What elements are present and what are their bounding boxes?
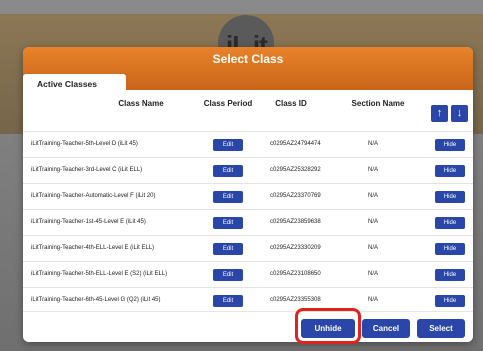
section-name: N/A xyxy=(368,141,379,147)
hide-button[interactable]: Hide xyxy=(435,139,465,151)
modal-title: Select Class xyxy=(212,52,284,66)
class-list: iLitTraining-Teacher-5th-Level D (iLit 4… xyxy=(23,131,473,311)
column-header-class-id: Class ID xyxy=(275,99,307,108)
class-id: c0295AZ23355308 xyxy=(270,297,321,303)
table-row[interactable]: iLitTraining-Teacher-4th-ELL-Level E (iL… xyxy=(23,235,473,261)
section-name: N/A xyxy=(368,245,379,251)
table-row[interactable]: iLitTraining-Teacher-5th-Level D (iLit 4… xyxy=(23,131,473,157)
class-id: c0295AZ25328292 xyxy=(270,167,321,173)
column-header-class-name: Class Name xyxy=(118,99,164,108)
column-header-class-period: Class Period xyxy=(203,99,253,108)
edit-button[interactable]: Edit xyxy=(213,217,243,229)
table-row[interactable]: iLitTraining-Teacher-1st-45-Level E (iLi… xyxy=(23,209,473,235)
class-name: iLitTraining-Teacher-6th-45-Level G (Q2)… xyxy=(31,297,161,303)
class-name: iLitTraining-Teacher-5th-ELL-Level E (S2… xyxy=(31,271,168,277)
modal-footer: Unhide Cancel Select xyxy=(23,311,473,342)
edit-button[interactable]: Edit xyxy=(213,295,243,307)
class-name: iLitTraining-Teacher-3rd-Level C (iLit E… xyxy=(31,167,143,173)
arrow-up-icon: ↑ xyxy=(436,107,443,119)
section-name: N/A xyxy=(368,271,379,277)
table-row[interactable]: iLitTraining-Teacher-6th-45-Level G (Q2)… xyxy=(23,287,473,311)
class-id: c0295AZ23370769 xyxy=(270,193,321,199)
edit-button[interactable]: Edit xyxy=(213,269,243,281)
arrow-down-icon: ↓ xyxy=(456,107,463,119)
cancel-button[interactable]: Cancel xyxy=(362,319,410,338)
hide-button[interactable]: Hide xyxy=(435,165,465,177)
class-name: iLitTraining-Teacher-4th-ELL-Level E (iL… xyxy=(31,245,155,251)
class-name: iLitTraining-Teacher-5th-Level D (iLit 4… xyxy=(31,141,138,147)
class-id: c0295AZ23859638 xyxy=(270,219,321,225)
class-name: iLitTraining-Teacher-Automatic-Level F (… xyxy=(31,193,156,199)
tab-active-classes[interactable]: Active Classes xyxy=(23,74,126,92)
section-name: N/A xyxy=(368,219,379,225)
hide-button[interactable]: Hide xyxy=(435,217,465,229)
edit-button[interactable]: Edit xyxy=(213,243,243,255)
table-row[interactable]: iLitTraining-Teacher-3rd-Level C (iLit E… xyxy=(23,157,473,183)
edit-button[interactable]: Edit xyxy=(213,191,243,203)
hide-button[interactable]: Hide xyxy=(435,295,465,307)
hide-button[interactable]: Hide xyxy=(435,191,465,203)
edit-button[interactable]: Edit xyxy=(213,139,243,151)
class-id: c0295AZ24794474 xyxy=(270,141,321,147)
class-id: c0295AZ23330209 xyxy=(270,245,321,251)
unhide-highlight-ring xyxy=(295,308,361,344)
sort-down-button[interactable]: ↓ xyxy=(451,105,468,122)
edit-button[interactable]: Edit xyxy=(213,165,243,177)
select-button[interactable]: Select xyxy=(417,319,465,338)
table-row[interactable]: iLitTraining-Teacher-5th-ELL-Level E (S2… xyxy=(23,261,473,287)
column-header-section-name: Section Name xyxy=(351,99,405,108)
table-row[interactable]: iLitTraining-Teacher-Automatic-Level F (… xyxy=(23,183,473,209)
hide-button[interactable]: Hide xyxy=(435,269,465,281)
class-id: c0295AZ23108650 xyxy=(270,271,321,277)
section-name: N/A xyxy=(368,167,379,173)
class-name: iLitTraining-Teacher-1st-45-Level E (iLi… xyxy=(31,219,146,225)
section-name: N/A xyxy=(368,297,379,303)
hide-button[interactable]: Hide xyxy=(435,243,465,255)
select-class-modal: Select Class Active Classes Class Name C… xyxy=(23,47,473,342)
sort-up-button[interactable]: ↑ xyxy=(431,105,448,122)
section-name: N/A xyxy=(368,193,379,199)
